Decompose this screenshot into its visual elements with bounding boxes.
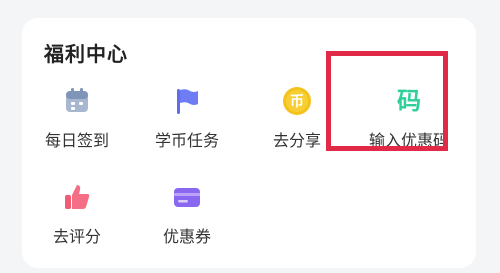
daily-checkin-label: 每日签到 <box>44 131 109 150</box>
coupons-label: 优惠券 <box>162 227 211 246</box>
rate-button[interactable]: 去评分 <box>22 181 132 261</box>
flag-icon <box>177 89 198 114</box>
svg-text:币: 币 <box>290 94 304 110</box>
calendar-icon <box>66 88 88 112</box>
welfare-center-title: 福利中心 <box>44 42 128 66</box>
coin-icon: 币 <box>283 87 311 115</box>
highlight-box <box>326 51 448 151</box>
daily-checkin-button[interactable]: 每日签到 <box>22 85 132 165</box>
coin-tasks-label: 学币任务 <box>154 131 219 150</box>
thumbs-up-icon <box>65 185 90 209</box>
coin-tasks-button[interactable]: 学币任务 <box>132 85 242 165</box>
coupon-card-icon <box>174 188 200 207</box>
coupons-button[interactable]: 优惠券 <box>132 181 242 261</box>
rate-label: 去评分 <box>52 227 101 246</box>
